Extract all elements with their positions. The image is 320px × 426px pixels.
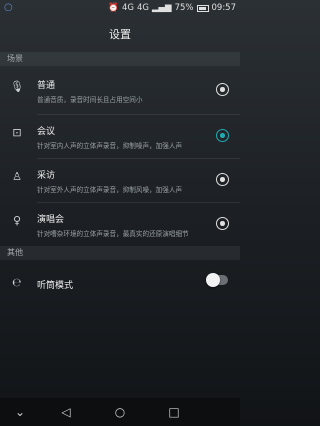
chevron-down-icon[interactable]: ⌄	[12, 404, 28, 420]
earpiece-mode-toggle[interactable]	[206, 273, 228, 287]
signal-icon: ▂▄▆	[151, 3, 172, 13]
mode-subtitle: 针对室内人声的立体声录音，抑制噪声，加强人声	[37, 142, 183, 150]
mode-row-normal[interactable]: 🎙 普通 普通音质，录音时间长且占用空间小	[0, 68, 240, 112]
presentation-board-icon: ⊡	[12, 126, 22, 139]
interview-mic-icon: ♙	[12, 170, 22, 183]
mode-title: 普通	[37, 81, 56, 91]
status-icons: ⏰ 4G 4G ▂▄▆ 75% 09:57	[108, 3, 236, 13]
mode-title: 会议	[37, 127, 56, 137]
radio-button-selected[interactable]	[216, 129, 229, 142]
section-header-other: 其他	[0, 246, 240, 260]
page-title: 设置	[109, 28, 131, 41]
assistant-icon: ○	[4, 2, 13, 13]
mode-subtitle: 普通音质，录音时间长且占用空间小	[37, 96, 143, 104]
mode-title: 演唱会	[37, 215, 65, 225]
section-header-scene: 场景	[0, 52, 240, 66]
clock: 09:57	[211, 3, 237, 13]
earpiece-mode-title: 听筒模式	[37, 281, 74, 291]
network-label: 4G	[121, 3, 134, 13]
radio-button[interactable]	[216, 217, 229, 230]
navigation-bar: ⌄ ◁ ○ □	[0, 398, 240, 426]
radio-button[interactable]	[216, 83, 229, 96]
toggle-knob	[206, 273, 220, 287]
radio-button[interactable]	[216, 173, 229, 186]
mode-row-interview[interactable]: ♙ 采访 针对室外人声的立体声录音，抑制风噪，加强人声	[0, 158, 240, 202]
back-icon[interactable]: ◁	[58, 404, 74, 420]
earpiece-mode-row[interactable]: ℮ 听筒模式	[0, 262, 240, 306]
recent-apps-icon[interactable]: □	[166, 404, 182, 420]
home-icon[interactable]: ○	[112, 404, 128, 420]
alarm-icon: ⏰	[108, 3, 119, 13]
concert-mic-icon: ♀	[12, 214, 22, 227]
mode-row-meeting[interactable]: ⊡ 会议 针对室内人声的立体声录音，抑制噪声，加强人声	[0, 114, 240, 158]
status-bar: ○ ⏰ 4G 4G ▂▄▆ 75% 09:57	[0, 0, 240, 16]
battery-icon	[196, 4, 209, 12]
mode-title: 采访	[37, 171, 56, 181]
mode-subtitle: 针对嘈杂环境的立体声录音，最真实的还原演唱细节	[37, 230, 189, 238]
mode-subtitle: 针对室外人声的立体声录音，抑制风噪，加强人声	[37, 186, 183, 194]
microphone-icon: 🎙	[10, 80, 24, 93]
battery-percent: 75%	[174, 3, 194, 13]
ear-icon: ℮	[12, 276, 22, 289]
network-label-2: 4G	[136, 3, 149, 13]
mode-row-concert[interactable]: ♀ 演唱会 针对嘈杂环境的立体声录音，最真实的还原演唱细节	[0, 202, 240, 246]
